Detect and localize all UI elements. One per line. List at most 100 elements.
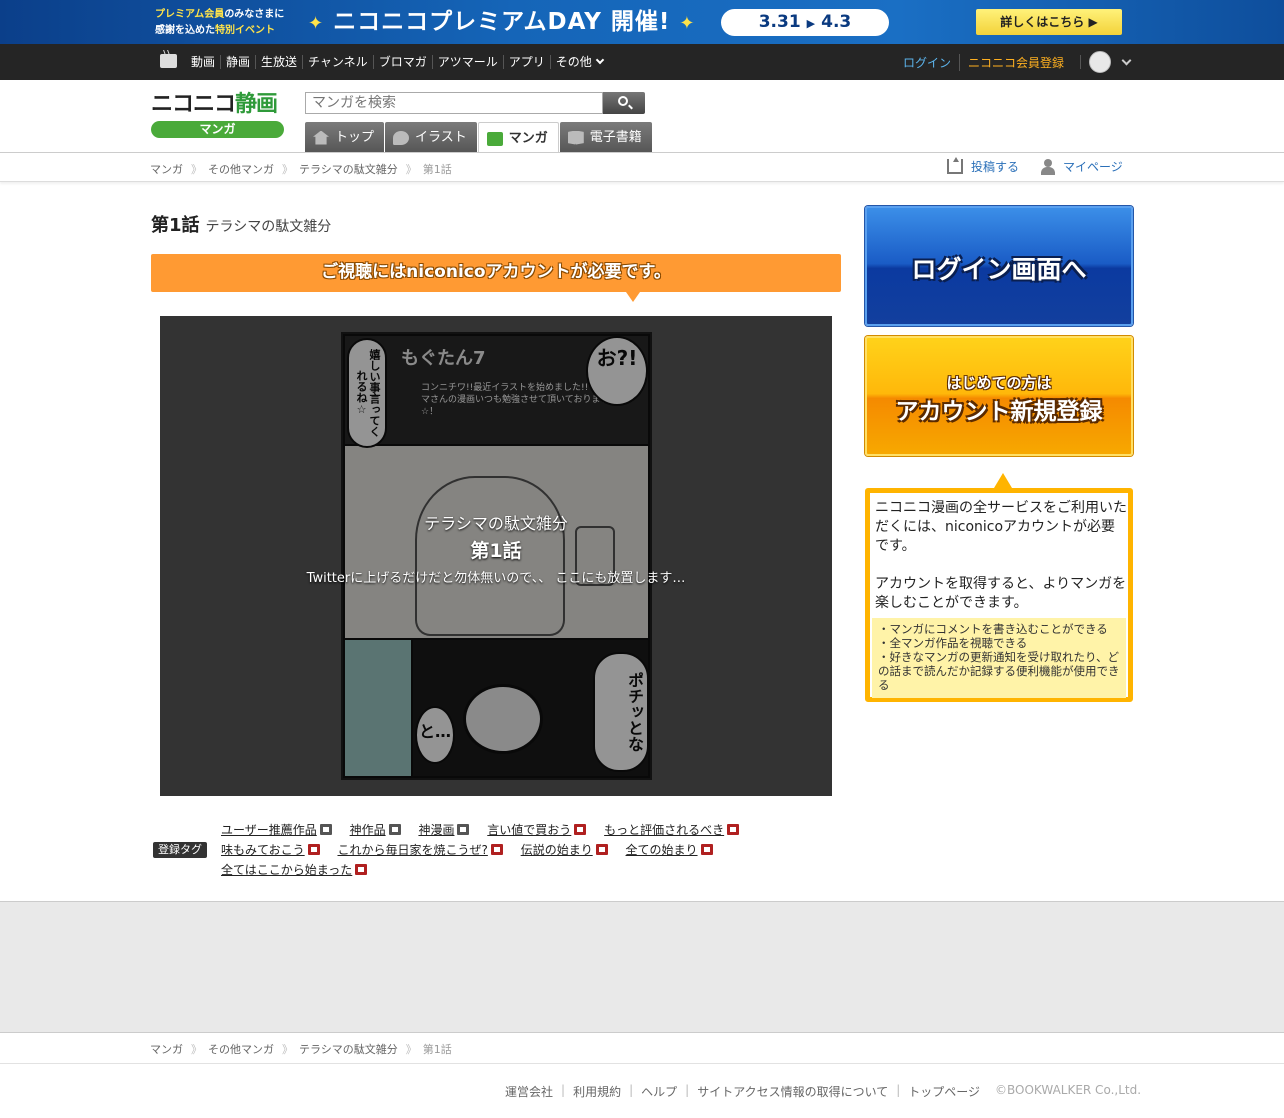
tag-link[interactable]: 神漫画 — [418, 820, 470, 840]
premium-details-button[interactable]: 詳しくはこちら ▶ — [976, 9, 1122, 35]
nav-item-douga[interactable]: 動画 — [186, 55, 220, 69]
premium-day-banner[interactable]: プレミアム会員のみなさまに 感謝を込めた特別イベント ✦ ニコニコプレミアムDA… — [0, 0, 1284, 44]
sparkle-icon: ✦ — [308, 13, 325, 34]
episode-description: Twitterに上げるだけだと勿体無いので、、 ここにも放置します… — [306, 571, 686, 586]
account-info-box: ニコニコ漫画の全サービスをご利用いただくには、niconicoアカウントが必要で… — [865, 473, 1133, 702]
search-input[interactable] — [305, 92, 603, 114]
nav-item-channel[interactable]: チャンネル — [302, 55, 373, 69]
illust-icon — [393, 130, 410, 145]
nav-item-blomaga[interactable]: ブロマガ — [372, 55, 432, 69]
tab-illust[interactable]: イラスト — [385, 122, 477, 153]
nav-item-other[interactable]: その他 — [549, 55, 608, 69]
tab-manga[interactable]: マンガ — [477, 122, 559, 154]
dictionary-icon[interactable] — [457, 824, 470, 835]
tab-ebook[interactable]: 電子書籍 — [559, 122, 652, 153]
home-icon — [313, 130, 329, 145]
post-link[interactable]: 投稿する — [947, 157, 1019, 175]
login-link[interactable]: ログイン — [895, 54, 959, 71]
nav-item-atsumaru[interactable]: アツマール — [431, 55, 503, 69]
chevron-down-icon[interactable] — [1121, 55, 1132, 65]
search-icon — [618, 96, 628, 106]
site-logo[interactable]: ニコニコ静画 マンガ — [151, 91, 285, 139]
footer-link-help[interactable]: ヘルプ — [641, 1083, 677, 1100]
breadcrumb: マンガ》 その他マンガ》 テラシマの駄文雑分》 第1話 — [150, 1041, 452, 1057]
breadcrumb-item[interactable]: テラシマの駄文雑分 — [299, 1041, 398, 1057]
info-text: アカウントを取得すると、よりマンガを楽しむことができます。 — [875, 576, 1127, 611]
list-item: ・好きなマンガの更新通知を受け取れたり、どの話まで読んだか記録する便利機能が使用… — [878, 650, 1120, 692]
breadcrumb-item[interactable]: テラシマの駄文雑分 — [299, 161, 398, 177]
arrow-down-icon — [626, 292, 640, 302]
tag-link[interactable]: 言い値で買おう — [487, 820, 587, 840]
tab-top[interactable]: トップ — [305, 122, 385, 153]
signup-button[interactable]: はじめての方は アカウント新規登録 — [865, 336, 1133, 456]
service-menu: 動画 静画 生放送 チャンネル ブロマガ アツマール アプリ その他 — [186, 44, 608, 80]
dictionary-icon[interactable] — [355, 864, 368, 875]
register-link[interactable]: ニコニコ会員登録 — [958, 53, 1072, 71]
series-title[interactable]: テラシマの駄文雑分 — [206, 219, 332, 235]
breadcrumb-item[interactable]: その他マンガ — [208, 161, 274, 177]
overlay-series-title: テラシマの駄文雑分 — [424, 514, 568, 533]
divider — [1080, 55, 1081, 69]
footer-link-company[interactable]: 運営会社 — [505, 1083, 553, 1100]
section-tabs: トップ イラスト マンガ 電子書籍 — [305, 122, 653, 154]
dictionary-icon[interactable] — [319, 824, 332, 835]
upload-icon — [947, 157, 963, 174]
breadcrumb-current: 第1話 — [422, 163, 452, 176]
manga-icon — [486, 131, 503, 146]
nav-item-app[interactable]: アプリ — [502, 55, 550, 69]
chevron-down-icon — [595, 55, 604, 65]
arrow-up-icon — [994, 473, 1012, 488]
registered-tags-badge: 登録タグ — [153, 842, 207, 858]
dictionary-icon[interactable] — [595, 844, 608, 855]
breadcrumb-item[interactable]: マンガ — [150, 161, 183, 177]
play-arrow-icon: ▶ — [806, 17, 816, 30]
breadcrumb-item[interactable]: マンガ — [150, 1041, 183, 1057]
episode-title: 第1話 テラシマの駄文雑分 — [151, 211, 331, 237]
dictionary-icon[interactable] — [700, 844, 713, 855]
dictionary-icon[interactable] — [307, 844, 320, 855]
footer-links: 運営会社 | 利用規約 | ヘルプ | サイトアクセス情報の取得について | トップペー… — [505, 1083, 981, 1100]
tag-link[interactable]: 味もみておこう — [221, 840, 320, 860]
user-avatar[interactable] — [1089, 51, 1111, 73]
episode-number: 第1話 — [151, 215, 200, 236]
info-text: ニコニコ漫画の全サービスをご利用いただくには、niconicoアカウントが必要で… — [875, 500, 1127, 554]
footer-link-access-info[interactable]: サイトアクセス情報の取得について — [697, 1083, 888, 1100]
mypage-link[interactable]: マイページ — [1041, 158, 1123, 175]
premium-banner-dates: 3.31 ▶ 4.3 — [721, 9, 889, 36]
ad-area — [0, 901, 1284, 1033]
breadcrumb: マンガ》 その他マンガ》 テラシマの駄文雑分》 第1話 — [150, 161, 452, 177]
footer-link-top[interactable]: トップページ — [908, 1083, 980, 1100]
account-required-banner: ご視聴にはniconicoアカウントが必要です。 — [151, 254, 841, 302]
tag-link[interactable]: 全てはここから始まった — [221, 860, 368, 880]
tag-link[interactable]: これから毎日家を焼こうぜ? — [337, 840, 503, 860]
dictionary-icon[interactable] — [727, 824, 740, 835]
nav-item-live[interactable]: 生放送 — [255, 55, 302, 69]
sparkle-icon: ✦ — [679, 13, 696, 34]
breadcrumb-current: 第1話 — [422, 1043, 452, 1056]
dictionary-icon[interactable] — [490, 844, 503, 855]
footer-breadcrumb-bar: マンガ》 その他マンガ》 テラシマの駄文雑分》 第1話 — [0, 1033, 1284, 1064]
benefits-list: ・マンガにコメントを書き込むことができる ・全マンガ作品を視聴できる ・好きなマ… — [872, 618, 1126, 698]
dictionary-icon[interactable] — [388, 824, 401, 835]
overlay-episode-number: 第1話 — [470, 540, 522, 562]
tag-link[interactable]: 神作品 — [350, 820, 401, 840]
premium-banner-title: ✦ ニコニコプレミアムDAY 開催! ✦ — [308, 9, 696, 35]
list-item: ・マンガにコメントを書き込むことができる — [878, 622, 1108, 636]
search-button[interactable] — [603, 92, 645, 114]
tag-list: ユーザー推薦作品 神作品 神漫画 言い値で買おう もっと評価されるべき 味もみて… — [221, 820, 781, 880]
user-icon — [1041, 158, 1055, 175]
niconico-tv-icon[interactable] — [160, 54, 177, 68]
tag-link[interactable]: ユーザー推薦作品 — [221, 820, 332, 840]
tag-link[interactable]: もっと評価されるべき — [604, 820, 740, 840]
tag-link[interactable]: 全ての始まり — [626, 840, 713, 860]
login-screen-button[interactable]: ログイン画面へ — [865, 206, 1133, 326]
nav-item-seiga[interactable]: 静画 — [220, 55, 255, 69]
book-icon — [567, 130, 584, 145]
premium-banner-tagline: プレミアム会員のみなさまに 感謝を込めた特別イベント — [155, 9, 285, 36]
breadcrumb-item[interactable]: その他マンガ — [208, 1041, 274, 1057]
global-nav: 動画 静画 生放送 チャンネル ブロマガ アツマール アプリ その他 ログイン … — [0, 44, 1284, 80]
footer-link-terms[interactable]: 利用規約 — [573, 1083, 621, 1100]
list-item: ・全マンガ作品を視聴できる — [878, 636, 1028, 650]
dictionary-icon[interactable] — [574, 824, 587, 835]
tag-link[interactable]: 伝説の始まり — [521, 840, 608, 860]
